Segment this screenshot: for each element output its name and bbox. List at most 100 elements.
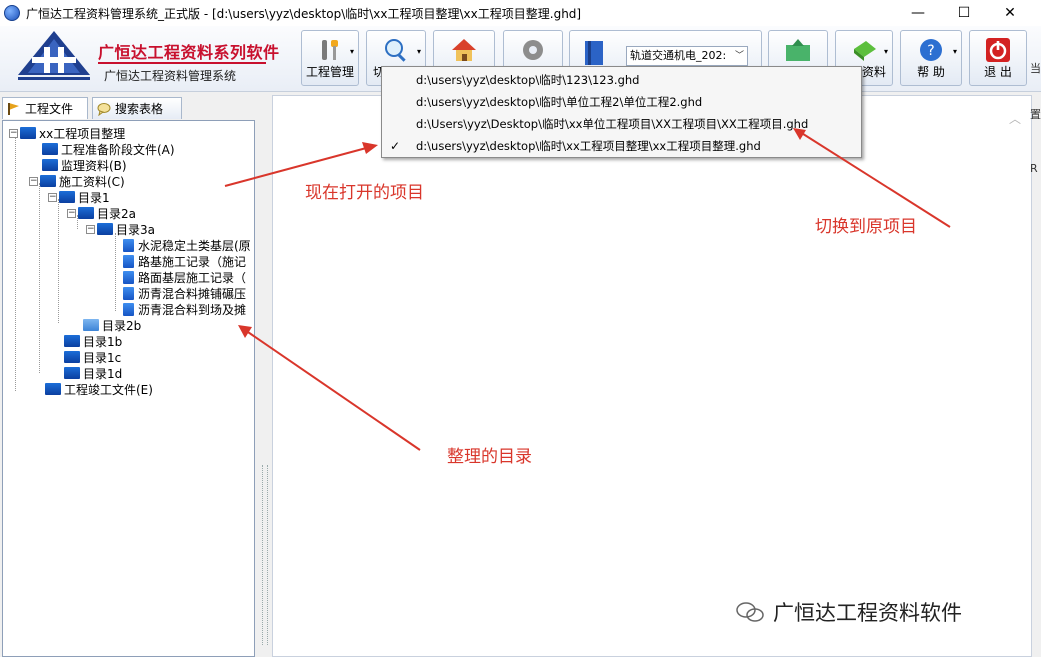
- exit-button[interactable]: 退 出: [969, 30, 1027, 86]
- document-icon: [123, 254, 134, 268]
- close-button[interactable]: ✕: [987, 0, 1033, 26]
- folder-open-icon: [83, 319, 99, 331]
- folder-icon: [64, 335, 80, 347]
- tree-node-dir1d[interactable]: 目录1d: [64, 365, 122, 381]
- magnifier-icon: [385, 39, 406, 62]
- checkmark-icon: ✓: [389, 139, 401, 153]
- tree-leaf-form[interactable]: 路基施工记录（施记: [123, 253, 246, 269]
- tree-node-label: 目录2b: [102, 318, 142, 333]
- tab-search-forms-label: 搜索表格: [115, 102, 164, 116]
- template-select[interactable]: 轨道交通机电_202: ﹀: [626, 46, 748, 66]
- tree-node-label: xx工程项目整理: [39, 126, 126, 141]
- folder-icon: [64, 351, 80, 363]
- folder-icon: [78, 207, 94, 219]
- chevron-down-icon: ▾: [952, 47, 957, 56]
- document-icon: [123, 302, 134, 316]
- folder-icon: [40, 175, 56, 187]
- tree-leaf-form[interactable]: 沥青混合料到场及摊: [123, 301, 246, 317]
- annotation-organized-dir: 整理的目录: [447, 447, 532, 467]
- help-icon: ?: [920, 39, 942, 61]
- brand-logo-icon: [14, 29, 94, 84]
- chevron-down-icon: ▾: [416, 47, 421, 56]
- folder-icon: [20, 127, 36, 139]
- exit-label: 退 出: [984, 65, 1012, 79]
- folder-download-icon: [786, 39, 810, 61]
- svg-text:?: ?: [927, 43, 934, 59]
- tree-node-completion[interactable]: 工程竣工文件(E): [45, 381, 153, 397]
- minimize-button[interactable]: —: [895, 0, 941, 26]
- help-label: 帮 助: [917, 65, 945, 79]
- menu-item-recent-project[interactable]: d:\Users\yyz\Desktop\临时\xx单位工程项目\XX工程项目\…: [382, 113, 861, 135]
- project-management-button[interactable]: ▾ 工程管理: [301, 30, 359, 86]
- collapse-icon[interactable]: −: [67, 208, 76, 218]
- collapse-icon[interactable]: −: [29, 176, 38, 186]
- tree-node-construction[interactable]: − 施工资料(C): [29, 173, 125, 189]
- left-panel-tabs: 工程文件 搜索表格: [0, 95, 270, 119]
- help-button[interactable]: ? ▾ 帮 助: [900, 30, 962, 86]
- power-icon: [986, 38, 1010, 62]
- collapse-icon[interactable]: −: [86, 224, 95, 234]
- tools-icon: [322, 40, 338, 60]
- app-window: 广恒达工程资料管理系统_正式版 - [d:\users\yyz\desktop\…: [0, 0, 1041, 657]
- chevron-down-icon: ▾: [883, 47, 888, 56]
- book-green-icon: [854, 41, 876, 61]
- watermark: 广恒达工程资料软件: [735, 597, 962, 627]
- tree-node-dir2a[interactable]: − 目录2a: [67, 205, 136, 221]
- document-icon: [123, 270, 134, 284]
- menu-item-recent-project[interactable]: d:\users\yyz\desktop\临时\123\123.ghd: [382, 69, 861, 91]
- folder-icon: [45, 383, 61, 395]
- tree-leaf-form[interactable]: 水泥稳定土类基层(原: [123, 237, 251, 253]
- right-edge-glyph: R: [1030, 162, 1038, 175]
- title-bar: 广恒达工程资料管理系统_正式版 - [d:\users\yyz\desktop\…: [0, 0, 1041, 26]
- tree-node-root[interactable]: − xx工程项目整理: [9, 125, 125, 141]
- tree-connector: [58, 199, 59, 323]
- tree-leaf-form[interactable]: 路面基层施工记录（: [123, 269, 246, 285]
- scroll-up-icon[interactable]: ︿: [1009, 110, 1021, 127]
- home-icon: [452, 39, 476, 61]
- tree-node-dir3a[interactable]: − 目录3a: [86, 221, 155, 237]
- tree-node-dir1[interactable]: − 目录1: [48, 189, 110, 205]
- tree-node-label: 目录3a: [116, 222, 155, 237]
- menu-item-recent-project[interactable]: d:\users\yyz\desktop\临时\单位工程2\单位工程2.ghd: [382, 91, 861, 113]
- collapse-icon[interactable]: −: [48, 192, 57, 202]
- chevron-down-icon: ▾: [349, 47, 354, 56]
- window-title: 广恒达工程资料管理系统_正式版 - [d:\users\yyz\desktop\…: [26, 6, 582, 21]
- tab-project-files[interactable]: 工程文件: [2, 97, 88, 119]
- menu-item-recent-project[interactable]: ✓ d:\users\yyz\desktop\临时\xx工程项目整理\xx工程项…: [382, 135, 861, 157]
- template-select-value: 轨道交通机电_202:: [630, 49, 727, 62]
- tree-node-label: 施工资料(C): [59, 174, 125, 189]
- tree-connector: [15, 137, 16, 391]
- tree-node-label: 目录1: [78, 190, 110, 205]
- tree-node-dir1c[interactable]: 目录1c: [64, 349, 121, 365]
- folder-icon: [64, 367, 80, 379]
- tree-node-label: 目录2a: [97, 206, 136, 221]
- tree-node-label: 目录1d: [83, 366, 123, 381]
- collapse-icon[interactable]: −: [9, 128, 18, 138]
- maximize-button[interactable]: ☐: [941, 0, 987, 26]
- wechat-icon: [736, 602, 764, 622]
- tree-node-label: 路基施工记录（施记: [138, 254, 247, 269]
- tab-search-forms[interactable]: 搜索表格: [92, 97, 182, 119]
- menu-item-path: d:\users\yyz\desktop\临时\xx工程项目整理\xx工程项目整…: [416, 139, 761, 153]
- book-icon: [585, 41, 603, 65]
- right-edge-glyph: 当: [1030, 62, 1041, 75]
- panel-splitter[interactable]: [258, 95, 272, 657]
- tree-leaf-form[interactable]: 沥青混合料摊铺碾压: [123, 285, 246, 301]
- tab-project-files-label: 工程文件: [25, 102, 74, 116]
- flag-icon: [8, 102, 19, 115]
- folder-icon: [59, 191, 75, 203]
- tree-node-label: 工程竣工文件(E): [64, 382, 153, 397]
- tree-node-dir2b[interactable]: 目录2b: [83, 317, 141, 333]
- tree-node-label: 路面基层施工记录（: [138, 270, 247, 285]
- tree-connector: [115, 233, 116, 311]
- project-management-label: 工程管理: [305, 65, 354, 79]
- tree-node-supervision[interactable]: 监理资料(B): [42, 157, 127, 173]
- brand-subtitle: 广恒达工程资料管理系统: [104, 69, 237, 83]
- tree-node-prep-files[interactable]: 工程准备阶段文件(A): [42, 141, 175, 157]
- tree-node-dir1b[interactable]: 目录1b: [64, 333, 122, 349]
- splitter-grip[interactable]: [262, 465, 268, 645]
- brand-underline: [98, 62, 266, 64]
- folder-icon: [42, 159, 58, 171]
- app-logo-icon: [4, 5, 20, 21]
- brand-title: 广恒达工程资料系列软件: [98, 43, 280, 62]
